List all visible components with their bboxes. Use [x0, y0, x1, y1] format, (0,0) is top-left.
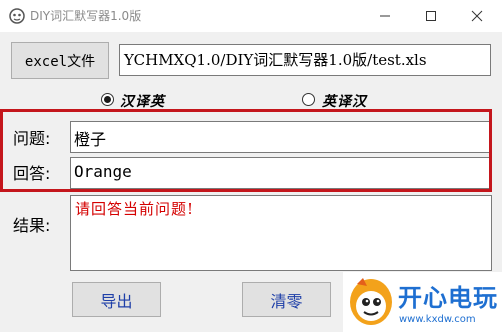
radio-en-to-cn-label[interactable]: 英译汉	[322, 91, 367, 111]
maximize-button[interactable]	[408, 0, 454, 32]
clear-button[interactable]: 清零	[242, 282, 331, 317]
result-label: 结果:	[13, 216, 51, 235]
close-icon	[471, 10, 483, 22]
app-icon	[9, 8, 25, 24]
minimize-button[interactable]	[362, 0, 408, 32]
close-button[interactable]	[454, 0, 500, 32]
minimize-icon	[380, 15, 390, 17]
title-bar: DIY词汇默写器1.0版	[0, 0, 502, 32]
result-area: 请回答当前问题!	[70, 195, 492, 271]
export-button[interactable]: 导出	[72, 282, 161, 317]
radio-cn-to-en[interactable]	[101, 93, 114, 106]
watermark-logo: 开心电玩 www.kxdw.com	[343, 272, 502, 332]
radio-cn-to-en-label[interactable]: 汉译英	[120, 91, 165, 111]
file-path-field[interactable]: YCHMXQ1.0/DIY词汇默写器1.0版/test.xls	[119, 44, 491, 76]
radio-en-to-cn[interactable]	[302, 93, 315, 106]
result-message: 请回答当前问题!	[75, 200, 195, 218]
window-title: DIY词汇默写器1.0版	[30, 9, 142, 23]
watermark-name: 开心电玩	[398, 284, 498, 312]
maximize-icon	[426, 11, 436, 21]
mascot-icon	[350, 278, 392, 325]
excel-file-button[interactable]: excel文件	[11, 42, 109, 79]
highlight-frame	[0, 109, 492, 192]
watermark-url: www.kxdw.com	[399, 314, 476, 325]
